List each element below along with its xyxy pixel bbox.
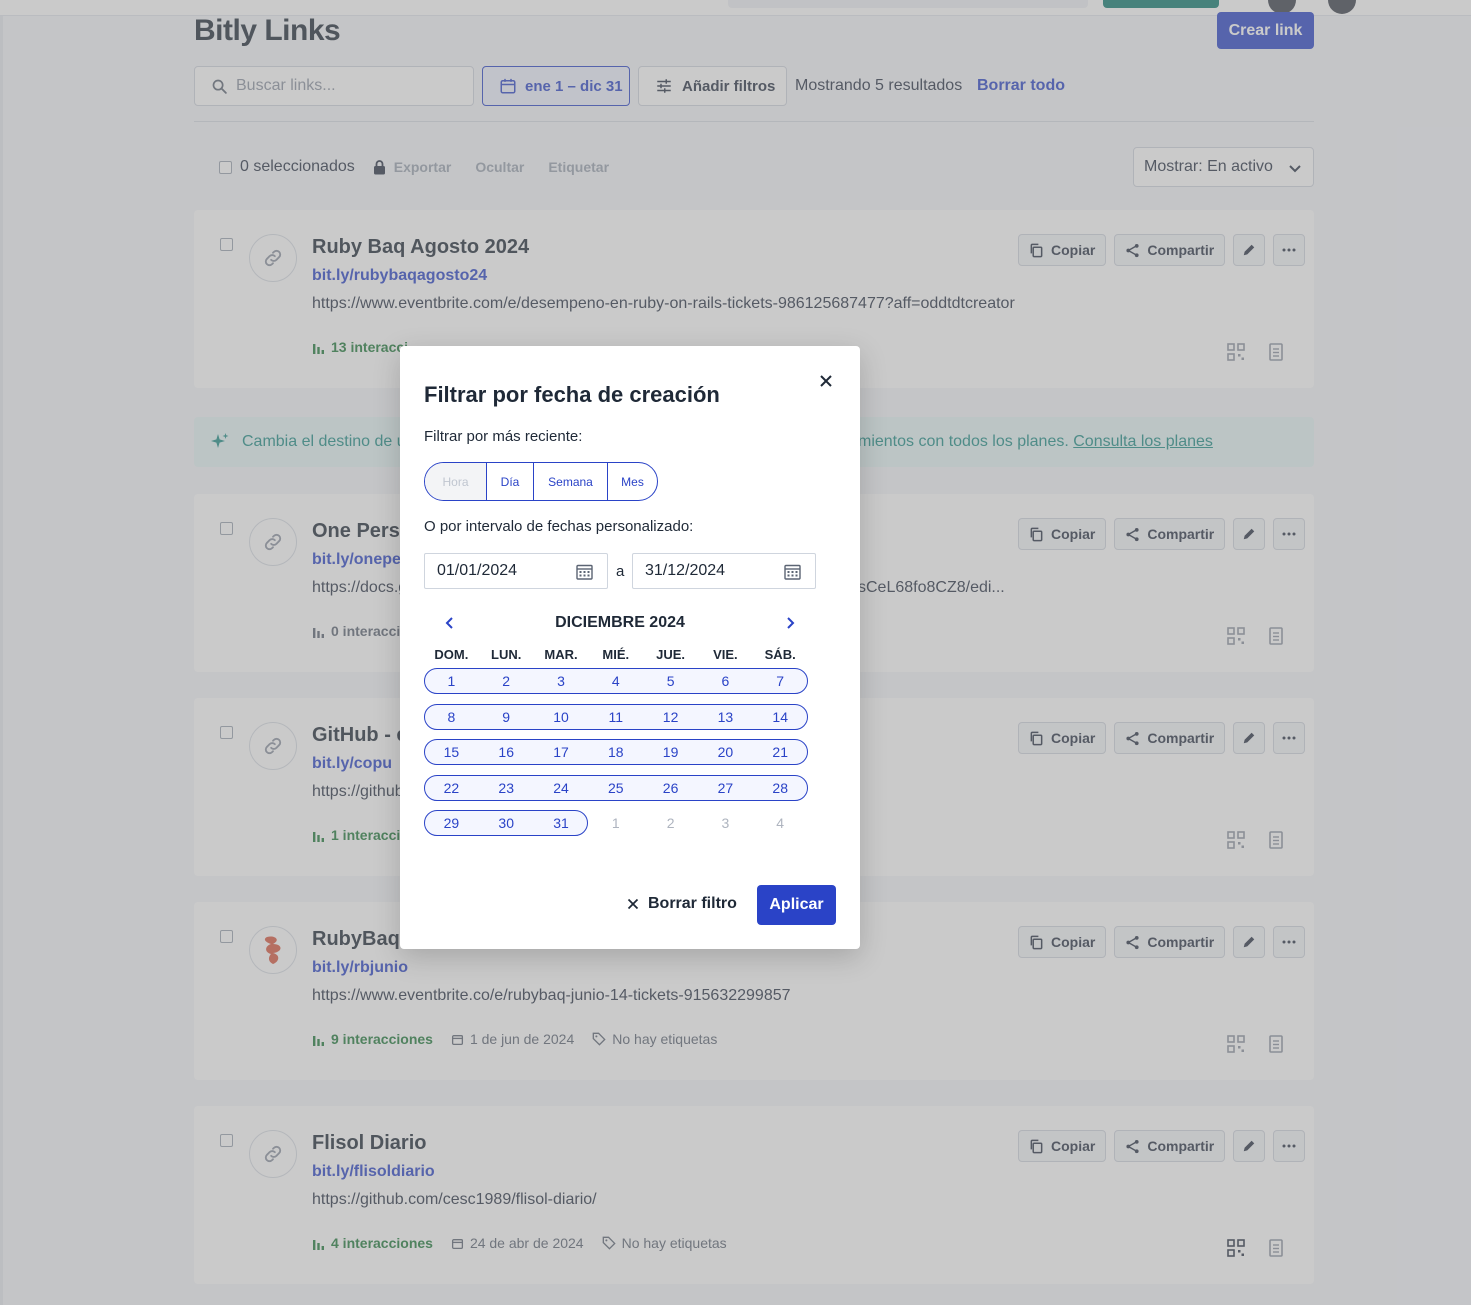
segment-hour: Hora bbox=[425, 463, 486, 500]
calendar-day[interactable]: 3 bbox=[534, 668, 589, 694]
close-icon[interactable] bbox=[817, 372, 835, 390]
calendar-week: 8 9 10 11 12 13 14 bbox=[424, 703, 808, 740]
chevron-left-icon[interactable] bbox=[442, 615, 458, 631]
recent-segmented-control: Hora Día Semana Mes bbox=[424, 462, 658, 501]
calendar-day[interactable]: 26 bbox=[643, 775, 698, 801]
calendar-day[interactable]: 10 bbox=[534, 704, 589, 730]
segment-week[interactable]: Semana bbox=[533, 463, 607, 500]
apply-button[interactable]: Aplicar bbox=[757, 885, 836, 925]
segment-month[interactable]: Mes bbox=[607, 463, 657, 500]
calendar-day[interactable]: 28 bbox=[753, 775, 808, 801]
calendar-day-outside: 3 bbox=[721, 815, 730, 831]
start-date-value: 01/01/2024 bbox=[437, 562, 518, 579]
calendar-day[interactable]: 30 bbox=[479, 810, 534, 836]
calendar-day[interactable]: 4 bbox=[588, 668, 643, 694]
calendar-day[interactable]: 31 bbox=[534, 810, 589, 836]
calendar-day[interactable]: 25 bbox=[588, 775, 643, 801]
clear-filter-label: Borrar filtro bbox=[648, 895, 737, 912]
weekday-label: MAR. bbox=[544, 647, 578, 662]
weekday-label: VIE. bbox=[713, 647, 738, 662]
calendar-day[interactable]: 20 bbox=[698, 739, 753, 765]
calendar-day[interactable]: 22 bbox=[424, 775, 479, 801]
start-date-input[interactable]: 01/01/2024 bbox=[424, 553, 608, 589]
calendar-day[interactable]: 9 bbox=[479, 704, 534, 730]
calendar-day[interactable]: 5 bbox=[643, 668, 698, 694]
calendar-day[interactable]: 2 bbox=[479, 668, 534, 694]
calendar-week: 29 30 31 1 2 3 4 bbox=[424, 810, 808, 846]
weekday-label: DOM. bbox=[434, 647, 469, 662]
close-icon bbox=[627, 898, 639, 910]
calendar-icon[interactable] bbox=[784, 563, 801, 580]
calendar-day[interactable]: 27 bbox=[698, 775, 753, 801]
calendar-day[interactable]: 8 bbox=[424, 704, 479, 730]
calendar-week: 1234567 bbox=[424, 668, 808, 704]
calendar-day[interactable]: 14 bbox=[753, 704, 808, 730]
calendar-day[interactable]: 11 bbox=[588, 704, 643, 730]
weekday-label: LUN. bbox=[491, 647, 522, 662]
modal-title: Filtrar por fecha de creación bbox=[424, 382, 720, 407]
calendar-day[interactable]: 12 bbox=[643, 704, 698, 730]
calendar-day[interactable]: 21 bbox=[753, 739, 808, 765]
calendar-day[interactable]: 7 bbox=[753, 668, 808, 694]
range-separator: a bbox=[616, 563, 625, 580]
weekday-header: DOM. LUN. MAR. MIÉ. JUE. VIE. SÁB. bbox=[424, 647, 808, 662]
calendar-day[interactable]: 17 bbox=[534, 739, 589, 765]
calendar-day[interactable]: 29 bbox=[424, 810, 479, 836]
calendar-day[interactable]: 1 bbox=[424, 668, 479, 694]
end-date-value: 31/12/2024 bbox=[645, 562, 726, 579]
custom-range-label: O por intervalo de fechas personalizado: bbox=[424, 518, 694, 535]
end-date-input[interactable]: 31/12/2024 bbox=[632, 553, 816, 589]
calendar-day-outside: 2 bbox=[666, 815, 675, 831]
calendar-day[interactable]: 13 bbox=[698, 704, 753, 730]
calendar-grid: 1 2 3 4 5 6 7 8 9 10 11 12 13 14 15 16 17 18 19 20 21 22 23 24 2… bbox=[424, 668, 808, 846]
date-filter-modal: Filtrar por fecha de creación Filtrar po… bbox=[400, 346, 860, 949]
calendar-day[interactable]: 19 bbox=[643, 739, 698, 765]
calendar-month: DICIEMBRE 2024 bbox=[555, 614, 685, 631]
chevron-right-icon[interactable] bbox=[782, 615, 798, 631]
calendar-day[interactable]: 24 bbox=[534, 775, 589, 801]
clear-filter-button[interactable]: Borrar filtro bbox=[627, 895, 737, 913]
calendar-day[interactable]: 6 bbox=[698, 668, 753, 694]
calendar-week: 15 16 17 18 19 20 21 bbox=[424, 739, 808, 775]
weekday-label: JUE. bbox=[656, 647, 686, 662]
calendar-day[interactable]: 16 bbox=[479, 739, 534, 765]
recent-filter-label: Filtrar por más reciente: bbox=[424, 428, 583, 445]
segment-day[interactable]: Día bbox=[486, 463, 533, 500]
calendar-day[interactable]: 15 bbox=[424, 739, 479, 765]
calendar-day[interactable]: 23 bbox=[479, 775, 534, 801]
calendar-day-outside: 1 bbox=[611, 815, 620, 831]
calendar-day[interactable]: 18 bbox=[588, 739, 643, 765]
weekday-label: SÁB. bbox=[764, 647, 796, 662]
calendar-day-outside: 4 bbox=[776, 815, 785, 831]
calendar-icon[interactable] bbox=[576, 563, 593, 580]
weekday-label: MIÉ. bbox=[602, 647, 630, 662]
calendar-week: 22 23 24 25 26 27 28 bbox=[424, 774, 808, 811]
calendar-header: DICIEMBRE 2024 bbox=[424, 614, 808, 634]
